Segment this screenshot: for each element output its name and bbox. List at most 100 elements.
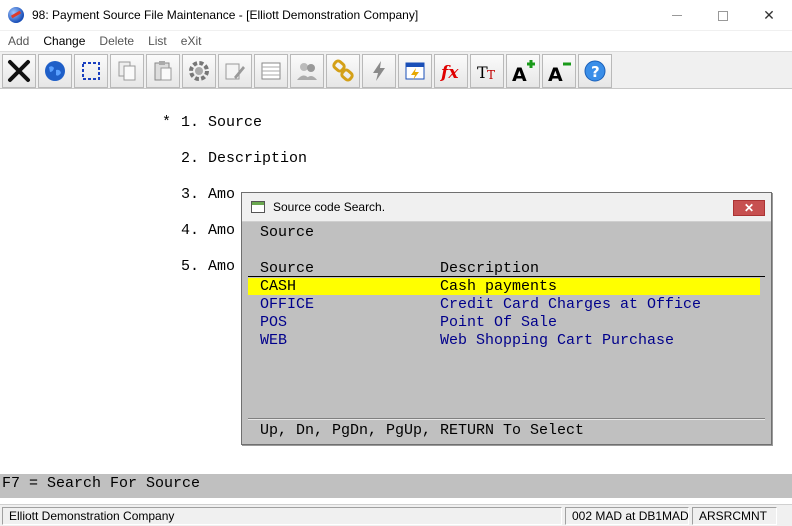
help-line: F7 = Search For Source bbox=[0, 474, 792, 498]
help-button[interactable]: ? bbox=[578, 54, 612, 88]
help-icon: ? bbox=[584, 60, 606, 82]
column-header-description: Description bbox=[440, 260, 540, 277]
result-code: WEB bbox=[260, 332, 288, 349]
title-bar: 98: Payment Source File Maintenance - [E… bbox=[0, 0, 792, 31]
calendar-button[interactable] bbox=[398, 54, 432, 88]
field-row[interactable]: 2. Description bbox=[162, 150, 307, 167]
edit-icon bbox=[225, 63, 245, 80]
link-button[interactable] bbox=[326, 54, 360, 88]
result-description: Cash payments bbox=[440, 278, 558, 295]
dialog-close-button[interactable]: ✕ bbox=[733, 200, 765, 216]
result-description: Credit Card Charges at Office bbox=[440, 296, 702, 313]
dialog-body: Source Source Description CASH Cash paym… bbox=[248, 222, 765, 444]
field-number: 1. bbox=[181, 114, 200, 131]
menu-delete[interactable]: Delete bbox=[99, 34, 134, 48]
svg-text:?: ? bbox=[591, 63, 600, 81]
users-button[interactable] bbox=[290, 54, 324, 88]
status-company: Elliott Demonstration Company bbox=[2, 507, 562, 525]
field-row[interactable]: 4. Amo bbox=[162, 222, 235, 239]
chain-icon bbox=[332, 59, 354, 82]
field-label: Description bbox=[208, 150, 308, 167]
font-decrease-icon: A bbox=[548, 62, 571, 84]
dialog-title: Source code Search. bbox=[273, 200, 386, 214]
field-row[interactable]: * 1. Source bbox=[162, 114, 262, 131]
toolbar: fx TT A A ? bbox=[0, 51, 792, 89]
status-program: ARSRCMNT bbox=[692, 507, 777, 525]
paste-button[interactable] bbox=[146, 54, 180, 88]
source-search-dialog: Source code Search. ✕ Source Source Desc… bbox=[241, 192, 772, 445]
font-size-icon: TT bbox=[477, 63, 495, 82]
select-button[interactable] bbox=[74, 54, 108, 88]
header-divider bbox=[248, 276, 765, 277]
footer-divider bbox=[248, 418, 765, 420]
result-description: Point Of Sale bbox=[440, 314, 558, 331]
menu-bar: Add Change Delete List eXit bbox=[0, 31, 792, 51]
close-window-button[interactable]: ✕ bbox=[746, 0, 792, 31]
settings-button[interactable] bbox=[182, 54, 216, 88]
minimize-button[interactable] bbox=[654, 0, 700, 31]
function-icon: fx bbox=[440, 63, 459, 83]
close-icon: ✕ bbox=[763, 7, 775, 23]
status-location: 002 MAD at DB1MAD bbox=[565, 507, 689, 525]
field-row[interactable]: 5. Amo bbox=[162, 258, 235, 275]
globe-button[interactable] bbox=[38, 54, 72, 88]
function-button[interactable]: fx bbox=[434, 54, 468, 88]
globe-icon bbox=[45, 61, 65, 81]
result-row[interactable]: WEB Web Shopping Cart Purchase bbox=[248, 332, 760, 349]
svg-text:T: T bbox=[487, 68, 495, 82]
search-prompt: Source bbox=[260, 224, 315, 241]
paste-icon bbox=[154, 61, 172, 81]
select-icon bbox=[82, 62, 100, 80]
result-code: POS bbox=[260, 314, 288, 331]
field-label: Amo bbox=[208, 186, 236, 203]
dialog-footer-hint: Up, Dn, PgDn, PgUp, RETURN To Select bbox=[260, 422, 585, 439]
grid-button[interactable] bbox=[254, 54, 288, 88]
result-description: Web Shopping Cart Purchase bbox=[440, 332, 675, 349]
window-icon bbox=[251, 201, 265, 213]
maximize-button[interactable] bbox=[700, 0, 746, 31]
menu-list[interactable]: List bbox=[148, 34, 167, 48]
field-label: Source bbox=[208, 114, 263, 131]
menu-change[interactable]: Change bbox=[43, 34, 85, 48]
field-number: 2. bbox=[181, 150, 200, 167]
svg-text:A: A bbox=[512, 64, 527, 84]
gear-icon bbox=[189, 61, 209, 81]
window-title: 98: Payment Source File Maintenance - [E… bbox=[32, 8, 419, 22]
status-bar: Elliott Demonstration Company 002 MAD at… bbox=[0, 504, 792, 526]
field-number: 4. bbox=[181, 222, 200, 239]
close-icon: ✕ bbox=[743, 201, 755, 215]
result-row-selected[interactable]: CASH Cash payments bbox=[248, 278, 760, 295]
result-code: OFFICE bbox=[260, 296, 315, 313]
svg-text:A: A bbox=[548, 64, 563, 84]
font-decrease-button[interactable]: A bbox=[542, 54, 576, 88]
edit-button[interactable] bbox=[218, 54, 252, 88]
action-button[interactable] bbox=[362, 54, 396, 88]
field-marker: * bbox=[162, 114, 172, 131]
field-number: 3. bbox=[181, 186, 200, 203]
menu-add[interactable]: Add bbox=[8, 34, 29, 48]
minimize-icon bbox=[672, 15, 682, 16]
field-label: Amo bbox=[208, 222, 236, 239]
close-icon bbox=[8, 60, 30, 82]
result-code: CASH bbox=[260, 278, 297, 295]
column-header-source: Source bbox=[260, 260, 315, 277]
grid-icon bbox=[261, 62, 281, 80]
exit-button[interactable] bbox=[2, 54, 36, 88]
svg-text:fx: fx bbox=[440, 63, 459, 83]
maximize-icon bbox=[718, 10, 728, 21]
result-row[interactable]: OFFICE Credit Card Charges at Office bbox=[248, 296, 760, 313]
font-increase-icon: A bbox=[512, 60, 535, 84]
lightning-icon bbox=[373, 61, 385, 81]
field-label: Amo bbox=[208, 258, 236, 275]
dialog-title-bar: Source code Search. ✕ bbox=[242, 193, 771, 222]
font-increase-button[interactable]: A bbox=[506, 54, 540, 88]
copy-button[interactable] bbox=[110, 54, 144, 88]
field-row[interactable]: 3. Amo bbox=[162, 186, 235, 203]
app-logo-icon bbox=[8, 7, 24, 23]
font-size-button[interactable]: TT bbox=[470, 54, 504, 88]
users-icon bbox=[297, 63, 317, 80]
copy-icon bbox=[118, 61, 136, 81]
menu-exit[interactable]: eXit bbox=[181, 34, 202, 48]
result-row[interactable]: POS Point Of Sale bbox=[248, 314, 760, 331]
field-number: 5. bbox=[181, 258, 200, 275]
